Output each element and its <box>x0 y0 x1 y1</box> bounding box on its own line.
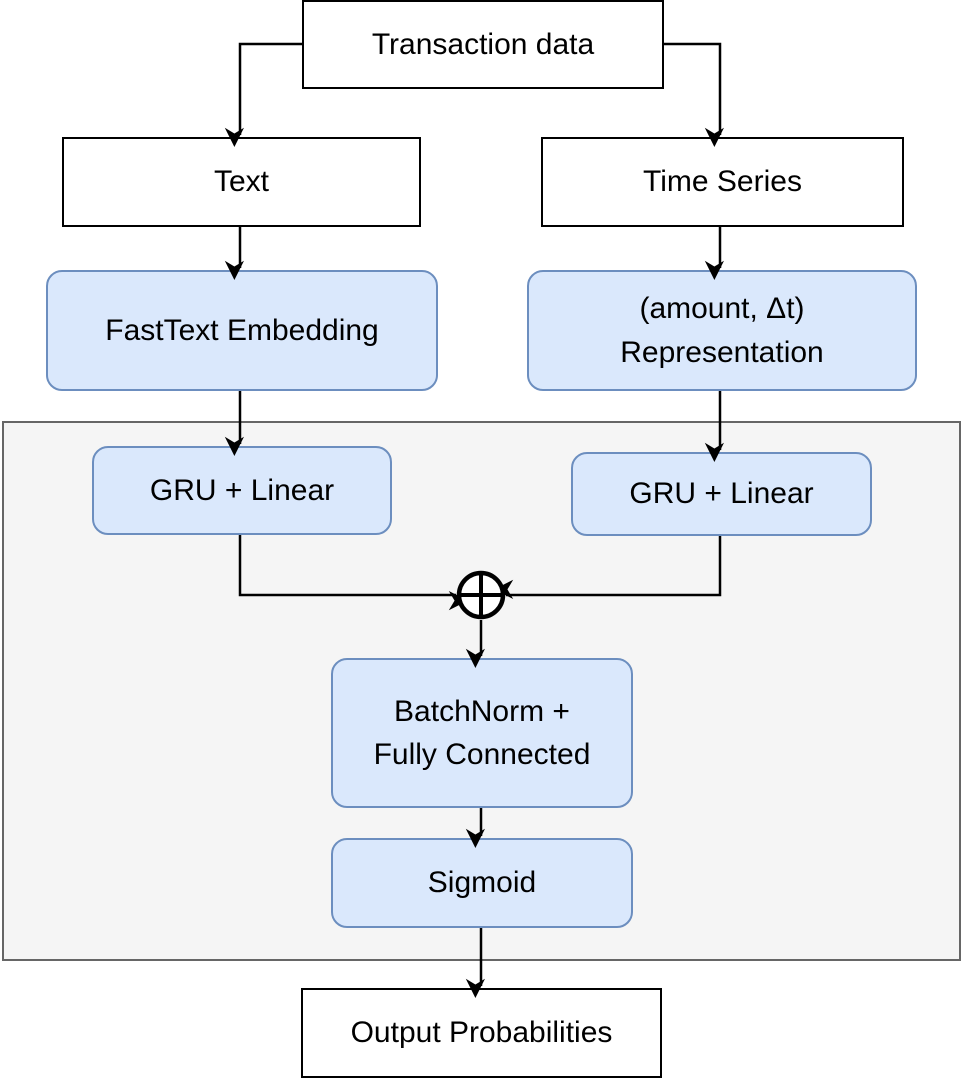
circle-plus-icon <box>456 570 506 620</box>
edge-transaction-to-timeseries <box>663 42 724 148</box>
edges-layer <box>224 42 724 999</box>
edge-gru-left-to-combine <box>238 535 469 611</box>
edge-gru-right-to-combine <box>493 536 722 599</box>
edge-transaction-to-text <box>224 42 302 148</box>
